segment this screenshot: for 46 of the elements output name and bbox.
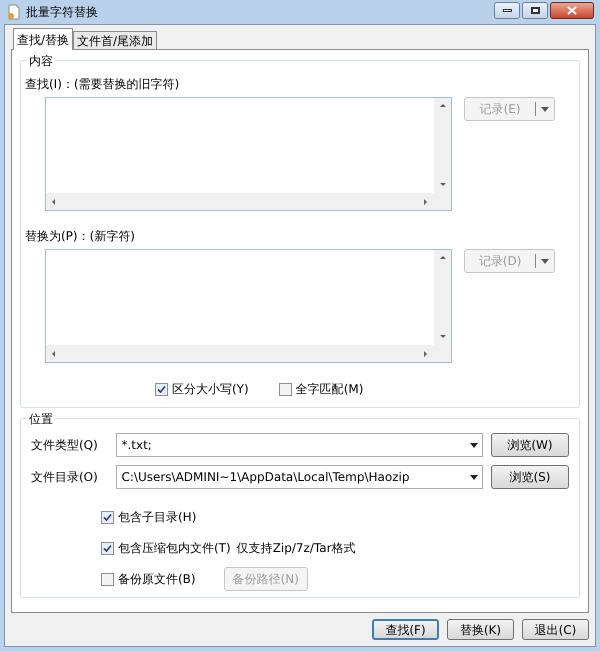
combo-box[interactable]: *.txt;	[116, 433, 483, 457]
checkmark-icon	[103, 544, 112, 552]
scroll-down-icon[interactable]	[438, 333, 447, 341]
close-icon	[567, 6, 577, 14]
checkbox[interactable]	[101, 542, 114, 554]
horizontal-scrollbar[interactable]	[46, 345, 434, 362]
field-label: 文件类型(Q)	[31, 437, 99, 454]
maximize-button[interactable]	[522, 2, 548, 18]
tab[interactable]: 文件首/尾添加	[73, 31, 158, 49]
dropdown-arrow-icon[interactable]	[470, 474, 478, 480]
scroll-left-icon[interactable]	[50, 350, 58, 358]
group-title: 位置	[27, 410, 55, 428]
tab[interactable]: 查找/替换	[13, 28, 74, 50]
close-button[interactable]	[550, 2, 594, 18]
checkmark-icon	[157, 384, 166, 394]
dialog-button[interactable]: 退出(C)	[522, 619, 589, 640]
scroll-up-icon[interactable]	[438, 102, 447, 110]
scroll-down-icon[interactable]	[438, 181, 447, 189]
checkbox-label[interactable]: 全字匹配(M)	[296, 380, 364, 398]
note-text: 仅支持Zip/7z/Tar格式	[236, 540, 356, 557]
vertical-scrollbar[interactable]	[434, 98, 452, 193]
checkbox[interactable]	[101, 510, 114, 524]
minimize-button[interactable]	[494, 2, 520, 18]
document-icon	[6, 4, 22, 20]
scroll-up-icon[interactable]	[438, 254, 447, 262]
field-label: 替换为(P)：(新字符)	[25, 228, 136, 245]
checkbox[interactable]	[155, 382, 168, 396]
scroll-left-icon[interactable]	[50, 198, 58, 206]
checkbox[interactable]	[101, 572, 114, 586]
browse-button[interactable]: 浏览(W)	[490, 433, 569, 457]
dropdown-arrow-icon[interactable]	[470, 442, 478, 448]
checkbox-label[interactable]: 包含压缩包内文件(T)	[118, 539, 231, 557]
field-label: 查找(I)：(需要替换的旧字符)	[25, 76, 180, 93]
checkbox[interactable]	[278, 382, 292, 396]
dialog-button[interactable]: 替换(K)	[447, 619, 514, 640]
vertical-scrollbar[interactable]	[434, 250, 452, 345]
combo-box[interactable]: C:\Users\ADMINI~1\AppData\Local\Temp\Haozip	[116, 465, 483, 489]
dialog-button[interactable]: 查找(F)	[372, 619, 439, 640]
checkbox-label[interactable]: 包含子目录(H)	[118, 508, 196, 526]
checkmark-icon	[103, 512, 112, 522]
checkbox-label[interactable]: 备份原文件(B)	[118, 570, 196, 588]
horizontal-scrollbar[interactable]	[46, 193, 434, 210]
field-label: 文件目录(O)	[31, 469, 99, 486]
checkbox-label[interactable]: 区分大小写(Y)	[172, 380, 249, 398]
browse-button[interactable]: 浏览(S)	[490, 465, 569, 489]
window-title: 批量字符替换	[26, 4, 99, 21]
